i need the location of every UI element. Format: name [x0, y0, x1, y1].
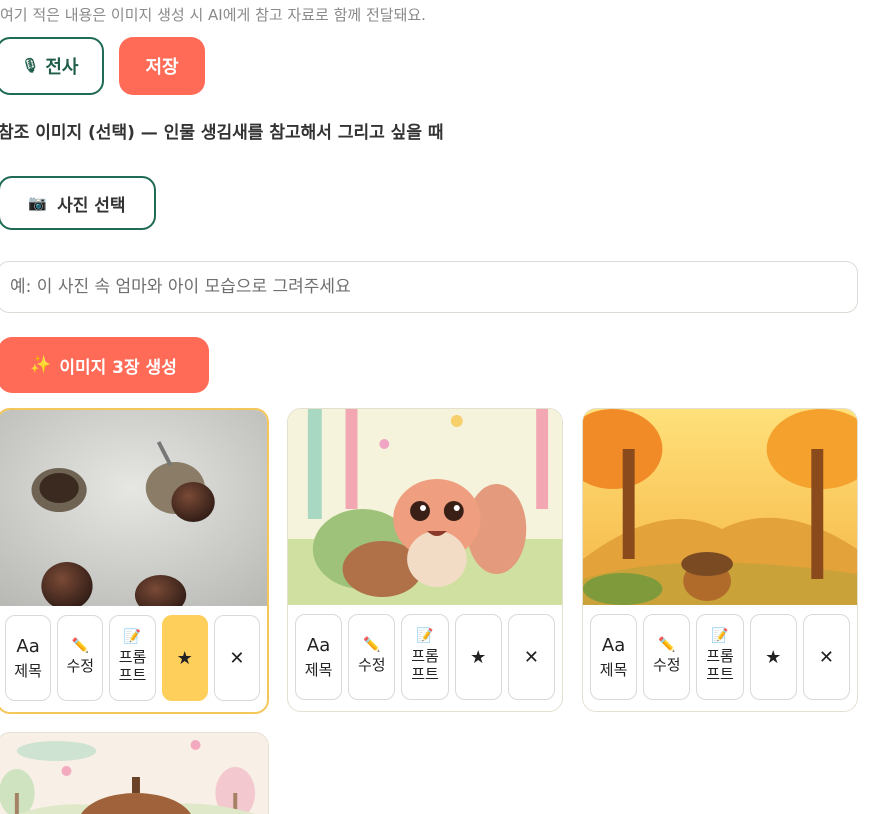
card-edit-label: 수정 [358, 656, 386, 675]
card-delete-button[interactable]: ✕ [802, 614, 851, 700]
card-title-button[interactable]: Aa 제목 [5, 615, 52, 701]
card-star-button[interactable]: ★ [454, 614, 502, 700]
card-prompt-label-line2: 프트 [706, 665, 734, 684]
card-star-button[interactable]: ★ [749, 614, 797, 700]
image-card[interactable] [0, 732, 269, 814]
image-card[interactable]: Aa 제목 ✏️ 수정 📝 프롬 프트 ★ ✕ [0, 408, 269, 714]
camera-icon: 📷 [28, 194, 48, 212]
card-title-label: 제목 [599, 661, 628, 680]
card-title-button[interactable]: Aa 제목 [590, 614, 638, 700]
card-prompt-label-line2: 프트 [118, 666, 147, 685]
card-edit-label: 수정 [653, 656, 681, 675]
card-prompt-button[interactable]: 📝 프롬 프트 [109, 615, 156, 701]
select-photo-button[interactable]: 📷 사진 선택 [0, 176, 156, 230]
pencil-icon: ✏️ [71, 638, 90, 655]
star-icon: ★ [176, 647, 193, 669]
pencil-icon: ✏️ [363, 637, 381, 654]
reference-hint-text: 여기 적은 내용은 이미지 생성 시 AI에게 참고 자료로 함께 전달돼요. [0, 6, 426, 24]
card-edit-label: 수정 [66, 657, 95, 676]
card-delete-button[interactable]: ✕ [507, 614, 556, 700]
card-prompt-button[interactable]: 📝 프롬 프트 [696, 614, 744, 700]
memo-icon: 📝 [123, 629, 142, 646]
card-edit-button[interactable]: ✏️ 수정 [643, 614, 691, 700]
reference-image-title: 참조 이미지 (선택) — 인물 생김새를 참고해서 그리고 싶을 때 [0, 123, 444, 143]
star-icon: ★ [765, 646, 782, 668]
card-title-button[interactable]: Aa 제목 [295, 614, 343, 700]
card-prompt-label-line2: 프트 [411, 665, 439, 684]
save-label: 저장 [145, 57, 179, 78]
card-actions: Aa 제목 ✏️ 수정 📝 프롬 프트 ★ ✕ [288, 605, 562, 711]
card-star-button[interactable]: ★ [161, 615, 208, 701]
card-title-label: 제목 [304, 661, 333, 680]
close-icon: ✕ [523, 646, 539, 668]
card-image-squirrel[interactable] [288, 409, 562, 605]
star-icon: ★ [470, 646, 487, 668]
memo-icon: 📝 [416, 628, 434, 645]
generate-images-label: 이미지 3장 생성 [59, 357, 177, 378]
sparkles-icon: ✨ [30, 355, 52, 375]
card-prompt-button[interactable]: 📝 프롬 프트 [401, 614, 449, 700]
select-photo-label: 사진 선택 [57, 195, 126, 216]
card-delete-button[interactable]: ✕ [213, 615, 261, 701]
close-icon: ✕ [229, 647, 245, 669]
image-card[interactable]: Aa 제목 ✏️ 수정 📝 프롬 프트 ★ ✕ [582, 408, 858, 712]
text-icon: Aa [601, 635, 626, 657]
card-edit-button[interactable]: ✏️ 수정 [348, 614, 396, 700]
card-edit-button[interactable]: ✏️ 수정 [57, 615, 104, 701]
card-image-pastel-acorn[interactable] [0, 733, 268, 814]
text-icon: Aa [306, 635, 331, 657]
image-card[interactable]: Aa 제목 ✏️ 수정 📝 프롬 프트 ★ ✕ [287, 408, 563, 712]
card-image-acorns[interactable] [0, 410, 267, 606]
pencil-icon: ✏️ [658, 637, 676, 654]
generate-images-button[interactable]: ✨ 이미지 3장 생성 [0, 337, 209, 393]
memo-icon: 📝 [711, 628, 729, 645]
card-actions: Aa 제목 ✏️ 수정 📝 프롬 프트 ★ ✕ [0, 606, 267, 712]
transcribe-label: 전사 [45, 57, 79, 78]
close-icon: ✕ [818, 646, 834, 668]
card-title-label: 제목 [14, 662, 42, 681]
card-actions: Aa 제목 ✏️ 수정 📝 프롬 프트 ★ ✕ [583, 605, 857, 711]
microphone-icon: 🎙 [21, 58, 40, 74]
reference-description-input[interactable] [0, 261, 858, 313]
transcribe-button[interactable]: 🎙 전사 [0, 37, 104, 95]
card-image-autumn-forest[interactable] [583, 409, 857, 605]
text-icon: Aa [16, 636, 40, 658]
save-button[interactable]: 저장 [119, 37, 205, 95]
